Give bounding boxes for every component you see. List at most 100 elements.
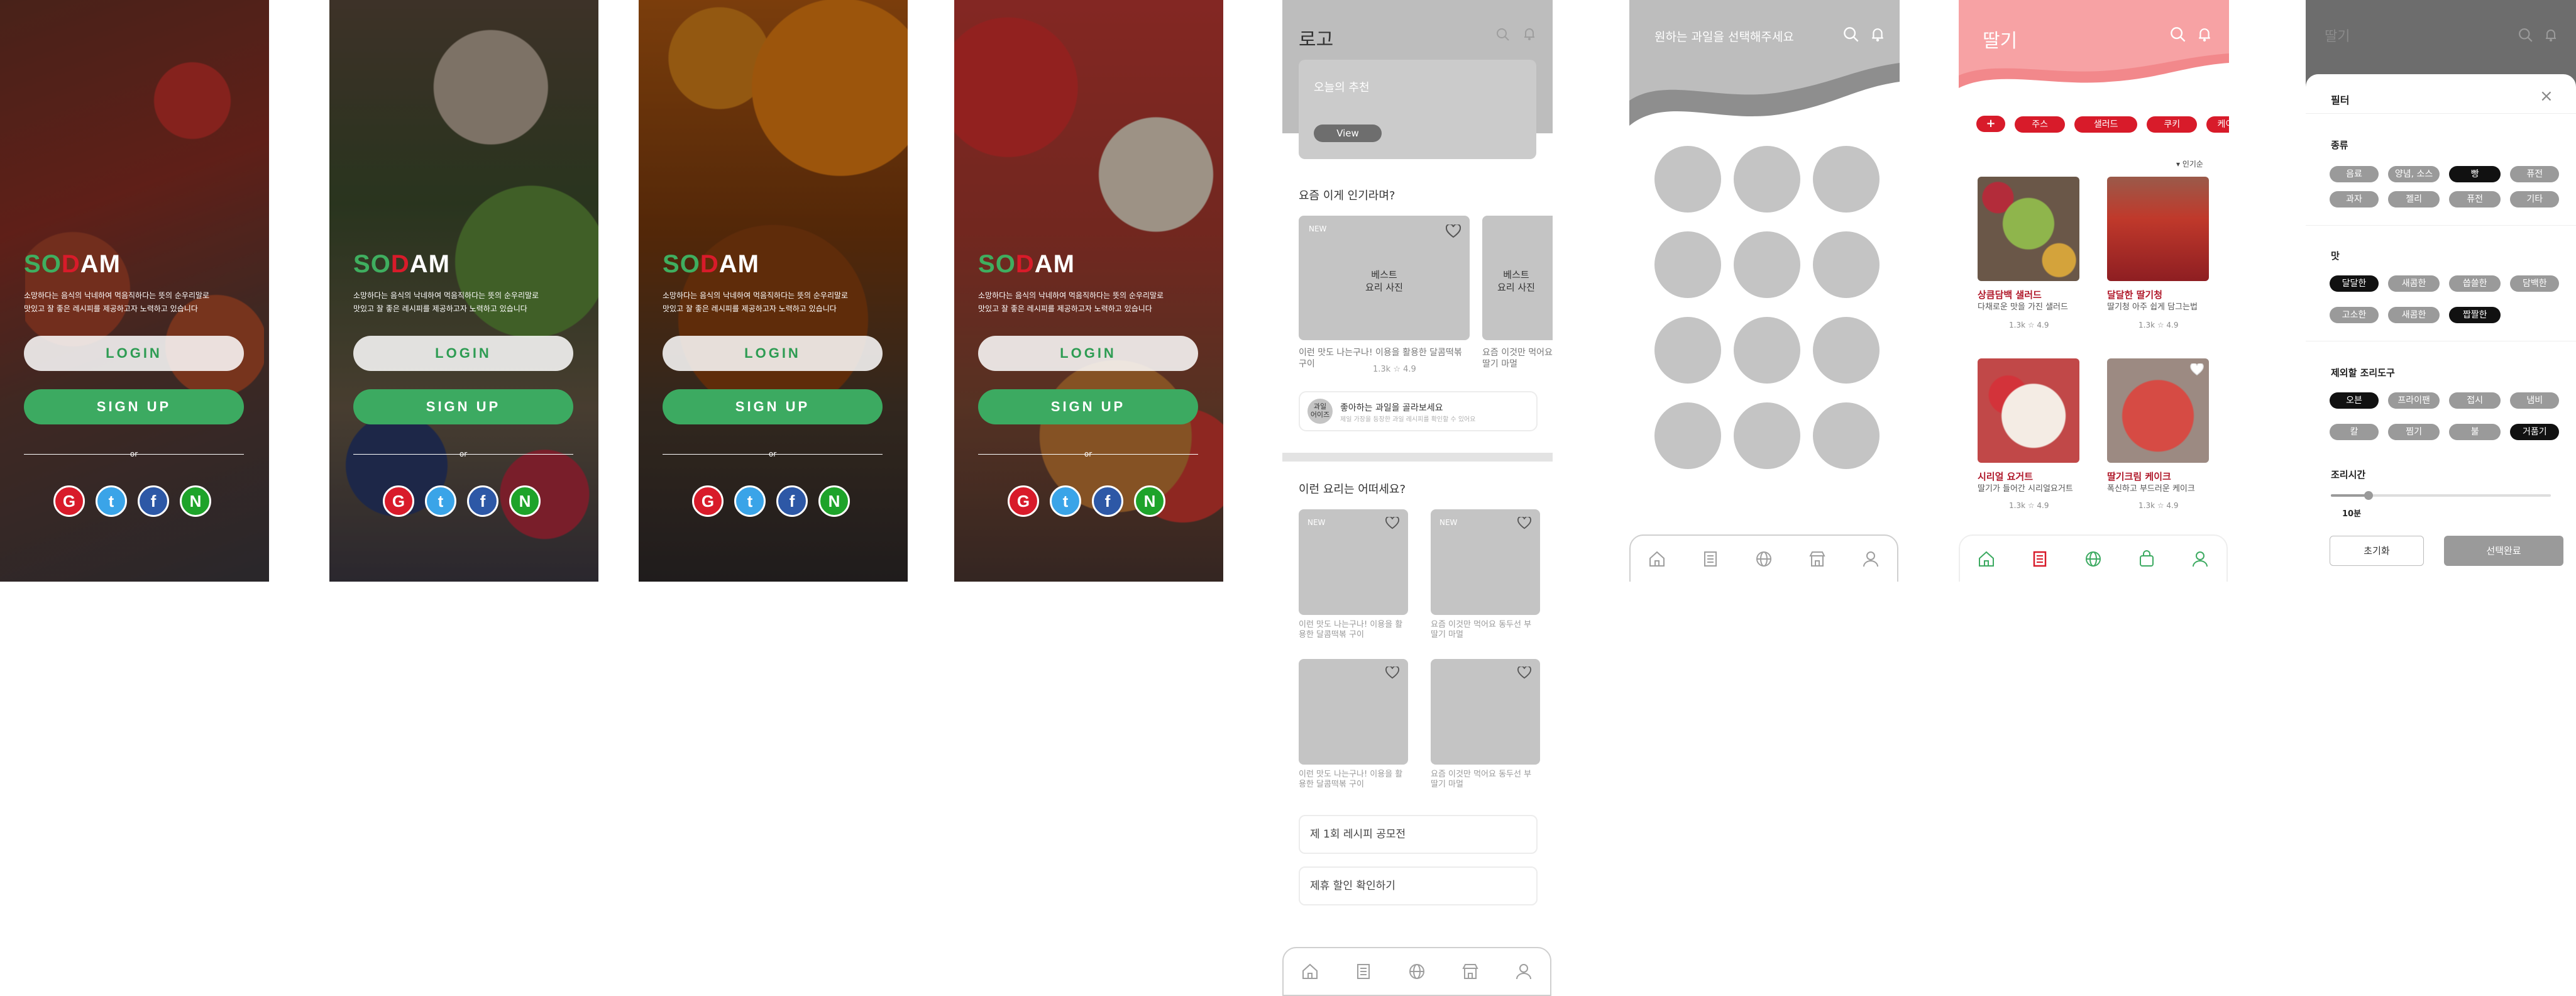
naver-icon[interactable]: N bbox=[509, 485, 541, 517]
chip-sweet[interactable]: 달달한 bbox=[2330, 275, 2379, 292]
naver-icon[interactable]: N bbox=[818, 485, 850, 517]
chip-pan[interactable]: 프라이팬 bbox=[2388, 392, 2440, 409]
search-icon[interactable] bbox=[1496, 28, 1510, 42]
chip-cookie[interactable]: 쿠키 bbox=[2147, 116, 2198, 133]
time-slider[interactable] bbox=[2331, 491, 2551, 500]
fruit-option[interactable] bbox=[1734, 317, 1800, 384]
profile-icon[interactable] bbox=[1861, 550, 1880, 568]
facebook-icon[interactable]: f bbox=[776, 485, 808, 517]
bell-icon[interactable] bbox=[1523, 27, 1536, 41]
recipe-photo[interactable] bbox=[1978, 177, 2079, 281]
chip-juice[interactable]: 주스 bbox=[2015, 116, 2066, 133]
chip-fusion-2[interactable]: 퓨전 bbox=[2449, 191, 2501, 208]
twitter-icon[interactable]: t bbox=[1050, 485, 1081, 517]
login-button[interactable]: LOGIN bbox=[353, 336, 573, 371]
twitter-icon[interactable]: t bbox=[425, 485, 456, 517]
signup-button[interactable]: SIGN UP bbox=[353, 389, 573, 424]
google-icon[interactable]: G bbox=[692, 485, 724, 517]
fruit-option[interactable] bbox=[1654, 146, 1721, 213]
search-icon[interactable] bbox=[2170, 26, 2186, 43]
chip-jelly[interactable]: 젤리 bbox=[2388, 191, 2440, 208]
twitter-icon[interactable]: t bbox=[96, 485, 127, 517]
fruit-option[interactable] bbox=[1734, 402, 1800, 469]
chip-salty[interactable]: 짭짤한 bbox=[2449, 307, 2501, 323]
home-icon[interactable] bbox=[1301, 962, 1319, 981]
chip-bitter[interactable]: 씁쓸한 bbox=[2449, 275, 2501, 292]
fruit-option[interactable] bbox=[1654, 402, 1721, 469]
bell-icon[interactable] bbox=[1871, 26, 1885, 43]
naver-icon[interactable]: N bbox=[1134, 485, 1165, 517]
globe-icon[interactable] bbox=[2084, 550, 2103, 568]
home-icon[interactable] bbox=[1977, 550, 1996, 568]
recipe-photo[interactable] bbox=[1978, 358, 2079, 463]
apply-button[interactable]: 선택완료 bbox=[2444, 536, 2563, 566]
popular-card[interactable]: 베스트 요리 사진 bbox=[1482, 216, 1553, 340]
twitter-icon[interactable]: t bbox=[734, 485, 766, 517]
recipe-book-icon[interactable] bbox=[2030, 550, 2049, 568]
recipe-card[interactable] bbox=[1431, 659, 1540, 765]
close-icon[interactable]: × bbox=[2540, 87, 2553, 106]
chip-plain[interactable]: 담백한 bbox=[2510, 275, 2560, 292]
reset-button[interactable]: 초기화 bbox=[2330, 536, 2424, 566]
chip-cake[interactable]: 케이 bbox=[2206, 116, 2229, 133]
add-chip[interactable]: + bbox=[1976, 116, 2005, 132]
slider-knob[interactable] bbox=[2364, 491, 2373, 500]
view-button[interactable]: View bbox=[1314, 124, 1382, 142]
recipe-card[interactable] bbox=[1299, 659, 1408, 765]
fruit-pick-banner[interactable]: 과일 어이즈 좋아하는 과일을 골라보세요 제일 가장을 등장한 과일 레시피를… bbox=[1299, 391, 1538, 431]
naver-icon[interactable]: N bbox=[180, 485, 211, 517]
shopping-bag-icon[interactable] bbox=[2137, 550, 2156, 568]
chip-sauce[interactable]: 양념, 소스 bbox=[2388, 166, 2440, 182]
recipe-book-icon[interactable] bbox=[1354, 962, 1373, 981]
chip-steamer[interactable]: 찜기 bbox=[2388, 424, 2440, 440]
chip-fusion[interactable]: 퓨전 bbox=[2510, 166, 2560, 182]
profile-icon[interactable] bbox=[1514, 962, 1533, 981]
chip-bread[interactable]: 빵 bbox=[2449, 166, 2501, 182]
login-button[interactable]: LOGIN bbox=[978, 336, 1198, 371]
heart-icon[interactable] bbox=[1517, 517, 1531, 529]
facebook-icon[interactable]: f bbox=[1092, 485, 1123, 517]
search-icon[interactable] bbox=[1843, 26, 1859, 43]
recipe-book-icon[interactable] bbox=[1701, 550, 1720, 568]
sort-dropdown[interactable]: ▾ 인기순 bbox=[2176, 158, 2203, 169]
chip-sour[interactable]: 새콤한 bbox=[2388, 275, 2440, 292]
fruit-option[interactable] bbox=[1813, 317, 1880, 384]
login-button[interactable]: LOGIN bbox=[24, 336, 244, 371]
google-icon[interactable]: G bbox=[383, 485, 414, 517]
fruit-option[interactable] bbox=[1654, 231, 1721, 298]
fruit-option[interactable] bbox=[1654, 317, 1721, 384]
google-icon[interactable]: G bbox=[53, 485, 85, 517]
facebook-icon[interactable]: f bbox=[138, 485, 169, 517]
chip-sour-2[interactable]: 새콤한 bbox=[2388, 307, 2440, 323]
recipe-card[interactable]: NEW bbox=[1299, 509, 1408, 615]
heart-icon[interactable] bbox=[1385, 517, 1399, 529]
chip-drink[interactable]: 음료 bbox=[2330, 166, 2379, 182]
popular-card[interactable]: NEW 베스트 요리 사진 bbox=[1299, 216, 1470, 340]
heart-icon[interactable] bbox=[1385, 667, 1399, 679]
fruit-option[interactable] bbox=[1734, 231, 1800, 298]
signup-button[interactable]: SIGN UP bbox=[24, 389, 244, 424]
chip-whisk[interactable]: 거품기 bbox=[2510, 424, 2560, 440]
chip-salad[interactable]: 샐러드 bbox=[2074, 116, 2138, 133]
recipe-card[interactable]: NEW bbox=[1431, 509, 1540, 615]
fruit-option[interactable] bbox=[1813, 146, 1880, 213]
facebook-icon[interactable]: f bbox=[467, 485, 498, 517]
fruit-option[interactable] bbox=[1734, 146, 1800, 213]
home-icon[interactable] bbox=[1648, 550, 1666, 568]
signup-button[interactable]: SIGN UP bbox=[978, 389, 1198, 424]
chip-fire[interactable]: 불 bbox=[2449, 424, 2501, 440]
contest-link[interactable]: 제 1회 레시피 공모전 bbox=[1299, 815, 1538, 854]
chip-etc[interactable]: 기타 bbox=[2510, 191, 2560, 208]
store-icon[interactable] bbox=[1461, 962, 1480, 981]
fruit-option[interactable] bbox=[1813, 231, 1880, 298]
chip-plate[interactable]: 접시 bbox=[2449, 392, 2501, 409]
heart-icon[interactable] bbox=[1517, 667, 1531, 679]
chip-knife[interactable]: 칼 bbox=[2330, 424, 2379, 440]
signup-button[interactable]: SIGN UP bbox=[663, 389, 883, 424]
discount-link[interactable]: 제휴 할인 확인하기 bbox=[1299, 866, 1538, 905]
heart-icon[interactable] bbox=[1446, 224, 1461, 238]
chip-snack[interactable]: 과자 bbox=[2330, 191, 2379, 208]
recommend-banner[interactable]: 오늘의 추천 View bbox=[1299, 60, 1536, 159]
recipe-photo[interactable] bbox=[2107, 177, 2209, 281]
bell-icon[interactable] bbox=[2198, 26, 2211, 43]
